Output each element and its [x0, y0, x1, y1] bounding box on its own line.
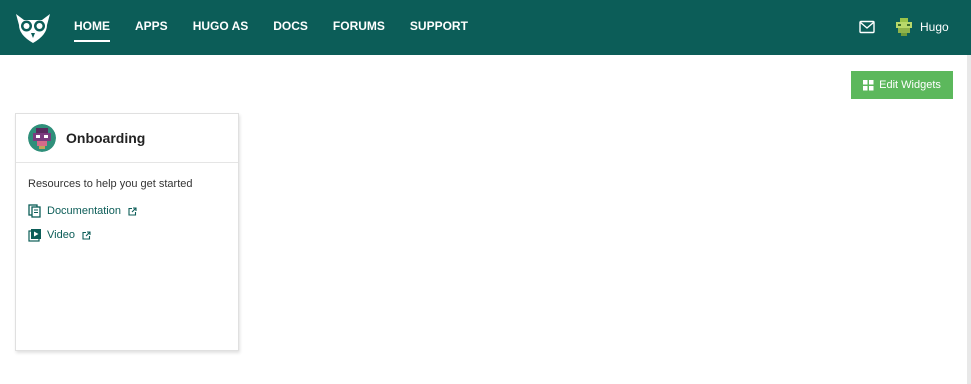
- edit-widgets-button[interactable]: Edit Widgets: [851, 71, 953, 99]
- widget-body: Resources to help you get started Docume…: [16, 163, 238, 242]
- scrollbar-track[interactable]: [967, 55, 971, 384]
- documentation-link[interactable]: Documentation: [28, 204, 226, 218]
- nav-apps[interactable]: APPS: [135, 0, 168, 55]
- video-link[interactable]: Video: [28, 228, 226, 242]
- owl-logo-icon[interactable]: [14, 11, 52, 45]
- top-navigation-bar: HOME APPS HUGO AS DOCS FORUMS SUPPORT Hu…: [0, 0, 971, 55]
- video-label: Video: [47, 229, 75, 241]
- documentation-label: Documentation: [47, 205, 121, 217]
- video-play-icon: [28, 229, 41, 242]
- widgets-grid-icon: [863, 79, 874, 90]
- nav-hugo-as[interactable]: HUGO AS: [193, 0, 249, 55]
- nav-home[interactable]: HOME: [74, 0, 110, 55]
- widget-description: Resources to help you get started: [28, 178, 193, 190]
- main-nav: HOME APPS HUGO AS DOCS FORUMS SUPPORT: [74, 0, 493, 55]
- documents-icon: [28, 204, 41, 218]
- user-avatar: [894, 17, 914, 37]
- nav-forums[interactable]: FORUMS: [333, 0, 385, 55]
- widget-title: Onboarding: [66, 130, 146, 146]
- external-link-icon: [82, 230, 91, 240]
- edit-widgets-label: Edit Widgets: [879, 79, 941, 91]
- nav-docs[interactable]: DOCS: [273, 0, 308, 55]
- user-menu[interactable]: Hugo: [894, 17, 949, 37]
- onboarding-widget: Onboarding Resources to help you get sta…: [15, 113, 239, 351]
- mail-icon[interactable]: [859, 20, 875, 34]
- user-name: Hugo: [920, 20, 949, 34]
- onboarding-avatar: [28, 124, 56, 152]
- nav-support[interactable]: SUPPORT: [410, 0, 468, 55]
- external-link-icon: [128, 206, 137, 216]
- widget-header: Onboarding: [16, 114, 238, 163]
